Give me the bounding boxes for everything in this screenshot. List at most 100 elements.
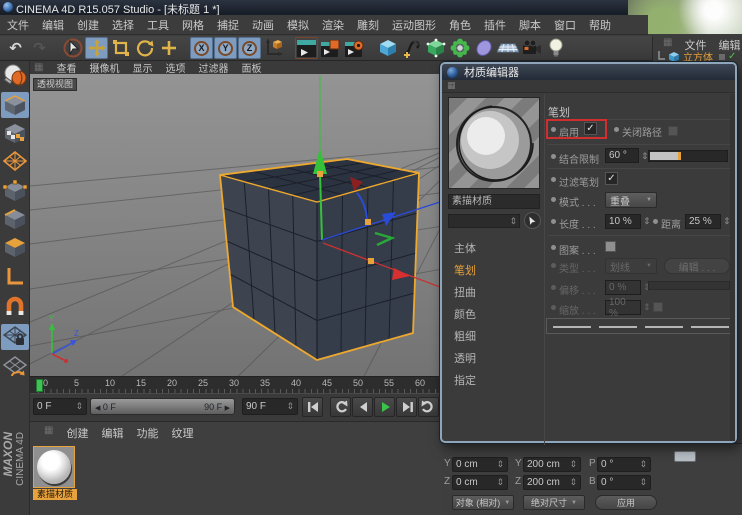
- distance-field[interactable]: 25 %: [685, 214, 721, 229]
- enable-checkbox[interactable]: ✓: [584, 122, 597, 135]
- redo-button[interactable]: ↷: [28, 37, 51, 59]
- visibility-dot-icon[interactable]: [719, 54, 725, 60]
- mm-menu-edit[interactable]: 编辑: [101, 425, 123, 441]
- coord-pos-z-field[interactable]: 0 cm⇕: [452, 475, 508, 490]
- render-view-button[interactable]: [295, 37, 318, 59]
- preview-type-combo[interactable]: ⇕: [448, 214, 520, 228]
- spinner-icon[interactable]: ⇕: [639, 477, 647, 488]
- render-settings-button[interactable]: [343, 37, 366, 59]
- workplane-options-button[interactable]: [1, 354, 29, 380]
- material-name-field[interactable]: 素描材质: [448, 194, 540, 209]
- channel-assign[interactable]: 指定: [454, 372, 476, 388]
- coord-rot-p-field[interactable]: 0 °⇕: [597, 457, 651, 472]
- combine-limit-dot[interactable]: [551, 154, 556, 159]
- apply-button[interactable]: 应用: [595, 495, 657, 510]
- filter-dot[interactable]: [551, 177, 556, 182]
- close-path-checkbox[interactable]: [668, 126, 678, 136]
- axis-mode-button[interactable]: [1, 264, 29, 290]
- menu-mograph[interactable]: 运动图形: [392, 17, 436, 33]
- snap-button[interactable]: [1, 294, 29, 320]
- paint-setup-wizard-button[interactable]: [1, 62, 29, 88]
- spinner-icon[interactable]: ⇕: [639, 459, 647, 470]
- edges-mode-button[interactable]: [1, 206, 29, 232]
- mm-menu-texture[interactable]: 纹理: [171, 425, 193, 441]
- scale-tool-button[interactable]: [109, 37, 132, 59]
- menu-select[interactable]: 选择: [112, 17, 134, 33]
- lock-z-axis-button[interactable]: Z: [238, 37, 261, 59]
- menu-sculpt[interactable]: 雕刻: [357, 17, 379, 33]
- channel-main[interactable]: 主体: [454, 240, 476, 256]
- length-spinner[interactable]: ⇕: [643, 216, 651, 227]
- z-axis-handle[interactable]: [365, 219, 371, 225]
- material-preview[interactable]: [448, 97, 540, 189]
- spinner-icon[interactable]: ⇕: [496, 477, 504, 488]
- workplane-mode-button[interactable]: [1, 148, 29, 174]
- live-selection-button[interactable]: [61, 37, 84, 59]
- preview-nav-button[interactable]: [524, 212, 541, 229]
- coord-rot-b-field[interactable]: 0 °⇕: [597, 475, 651, 490]
- next-frame-button[interactable]: [396, 397, 417, 417]
- loop-button[interactable]: [418, 397, 439, 417]
- channel-thickness[interactable]: 粗细: [454, 328, 476, 344]
- menu-tools[interactable]: 工具: [147, 17, 169, 33]
- channel-strokes[interactable]: 笔划: [454, 262, 476, 278]
- move-tool-button[interactable]: [85, 37, 108, 59]
- vp-menu-display[interactable]: 显示: [132, 60, 152, 75]
- last-tool-button[interactable]: [157, 37, 180, 59]
- end-frame-field[interactable]: 90 F ⇕: [242, 398, 298, 415]
- x-axis-handle[interactable]: [368, 258, 374, 264]
- pattern-dot[interactable]: [551, 245, 556, 250]
- polygons-mode-button[interactable]: [1, 234, 29, 260]
- mm-menu-create[interactable]: 创建: [66, 425, 88, 441]
- mode-dropdown[interactable]: 重叠▼: [605, 192, 657, 208]
- camera-object-button[interactable]: [520, 37, 543, 59]
- coord-size-y-field[interactable]: 200 cm⇕: [523, 457, 581, 472]
- coord-pos-y-field[interactable]: 0 cm⇕: [452, 457, 508, 472]
- menu-edit[interactable]: 编辑: [42, 17, 64, 33]
- menu-render[interactable]: 渲染: [322, 17, 344, 33]
- frame-range-slider[interactable]: ◀ 0 F 90 F ▶: [90, 398, 235, 415]
- channel-color[interactable]: 颜色: [454, 306, 476, 322]
- menu-window[interactable]: 窗口: [554, 17, 576, 33]
- channel-opacity[interactable]: 透明: [454, 350, 476, 366]
- combine-limit-field[interactable]: 60 °: [605, 148, 639, 163]
- scale-field[interactable]: 100 %: [605, 300, 641, 315]
- texture-mode-button[interactable]: [1, 120, 29, 146]
- points-mode-button[interactable]: [1, 178, 29, 204]
- dialog-scroll-strip[interactable]: [730, 94, 735, 441]
- material-name-label[interactable]: 素描材质: [33, 489, 77, 500]
- mode-dot[interactable]: [551, 197, 556, 202]
- play-button[interactable]: [374, 397, 395, 417]
- coordinate-system-button[interactable]: [262, 37, 285, 59]
- menu-mesh[interactable]: 网格: [182, 17, 204, 33]
- previous-frame-button[interactable]: [352, 397, 373, 417]
- model-mode-button[interactable]: [1, 92, 29, 118]
- subdivision-surface-button[interactable]: [424, 37, 447, 59]
- type-dropdown[interactable]: 划线▼: [605, 258, 657, 274]
- lock-y-axis-button[interactable]: Y: [214, 37, 237, 59]
- coord-size-z-field[interactable]: 200 cm⇕: [523, 475, 581, 490]
- lock-workplane-button[interactable]: [1, 324, 29, 350]
- end-frame-spinner-icon[interactable]: ⇕: [286, 401, 294, 412]
- menu-create[interactable]: 创建: [77, 17, 99, 33]
- distance-dot[interactable]: [653, 219, 658, 224]
- y-axis-handle[interactable]: [317, 171, 323, 177]
- menu-snap[interactable]: 捕捉: [217, 17, 239, 33]
- menu-simulate[interactable]: 模拟: [287, 17, 309, 33]
- material-thumbnail[interactable]: [33, 446, 75, 488]
- enabled-check-icon[interactable]: ✓: [728, 51, 736, 62]
- length-dot[interactable]: [551, 219, 556, 224]
- play-backwards-button[interactable]: [330, 397, 351, 417]
- coord-mode-dropdown[interactable]: 对象 (相对)▼: [452, 495, 514, 510]
- vp-menu-panel[interactable]: 面板: [241, 60, 261, 75]
- spline-pen-button[interactable]: [400, 37, 423, 59]
- spinner-icon[interactable]: ⇕: [569, 477, 577, 488]
- playhead[interactable]: [36, 379, 43, 392]
- length-field[interactable]: 10 %: [605, 214, 641, 229]
- vp-menu-view[interactable]: 查看: [56, 60, 76, 75]
- vp-menu-filter[interactable]: 过滤器: [198, 60, 228, 75]
- floor-object-button[interactable]: [496, 37, 519, 59]
- vp-menu-camera[interactable]: 摄像机: [89, 60, 119, 75]
- dialog-drag-handle[interactable]: ▦: [442, 80, 735, 93]
- spinner-icon[interactable]: ⇕: [496, 459, 504, 470]
